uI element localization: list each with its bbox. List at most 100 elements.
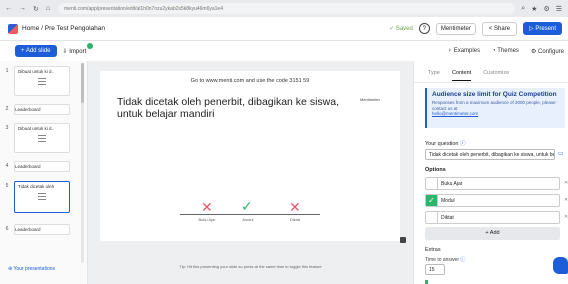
- option-label: Buku Ajar: [198, 217, 216, 222]
- notice-title: Audience size limit for Quiz Competition: [432, 91, 557, 98]
- address-bar[interactable]: menti.com/app/presentation/edit/al1h0n7n…: [58, 3, 516, 14]
- slide-item[interactable]: 1 Dibuat untuk ki d..: [0, 66, 88, 96]
- forward-icon[interactable]: →: [19, 5, 26, 13]
- mentimeter-watermark: Mentimeter: [359, 97, 380, 102]
- option-row[interactable]: ✓ Modul: [425, 194, 560, 207]
- bar-chart-icon: [38, 78, 46, 85]
- present-label: Present: [535, 26, 556, 32]
- option-row[interactable]: Diktat: [425, 211, 560, 224]
- info-icon[interactable]: ⓘ: [460, 257, 465, 263]
- editor-toolbar: + Add slide ⇩ Import ♀ Examples ◔ Themes…: [0, 41, 568, 61]
- time-to-answer-label: Time to answer ⓘ: [425, 256, 465, 263]
- toggle-indicator: [425, 280, 428, 284]
- option-input[interactable]: Diktat: [438, 215, 454, 221]
- time-to-answer-input[interactable]: 15: [425, 264, 445, 275]
- chat-support-icon[interactable]: [553, 257, 568, 274]
- your-presentations-label: Your presentations: [13, 266, 56, 272]
- option-row[interactable]: Buku Ajar: [425, 177, 560, 190]
- option-input[interactable]: Buku Ajar: [438, 181, 462, 187]
- tab-type[interactable]: Type: [428, 70, 440, 81]
- examples-button[interactable]: ♀ Examples: [448, 48, 481, 55]
- browser-menu-icon[interactable]: ☰: [556, 5, 562, 13]
- option-checkbox[interactable]: [426, 212, 438, 223]
- correct-mark-icon: ✓: [241, 198, 253, 214]
- share-button[interactable]: < Share: [481, 21, 518, 36]
- remove-option-icon[interactable]: ✕: [564, 180, 568, 186]
- tabs-divider: [414, 82, 568, 83]
- speaker-notes-icon[interactable]: [400, 237, 406, 243]
- info-icon[interactable]: ⓘ: [460, 141, 466, 147]
- option-checkbox-checked[interactable]: ✓: [426, 195, 438, 206]
- sidebar-scrollbar-thumb[interactable]: [81, 63, 84, 103]
- themes-button[interactable]: ◔ Themes: [492, 48, 519, 55]
- back-icon[interactable]: ←: [5, 5, 12, 13]
- add-option-button[interactable]: + Add: [425, 227, 560, 240]
- option-checkbox[interactable]: [426, 178, 438, 189]
- option-label: Diktat: [289, 217, 301, 222]
- bar-chart-icon: [38, 193, 46, 200]
- add-slide-button[interactable]: + Add slide: [15, 45, 57, 57]
- configure-label: Configure: [537, 48, 564, 55]
- join-instructions: Go to www.menti.com and use the code 315…: [190, 78, 310, 84]
- import-label: Import: [69, 48, 87, 55]
- remove-option-icon[interactable]: ✕: [564, 197, 568, 203]
- slide-item-selected[interactable]: 5 Tidak dicetak oleh: [0, 181, 88, 213]
- slide-question: Tidak dicetak oleh penerbit, dibagikan k…: [117, 96, 339, 120]
- browser-nav: ← → ↻ ⌂: [0, 5, 58, 13]
- reload-icon[interactable]: ↻: [33, 5, 39, 13]
- your-question-text: Your question: [425, 141, 459, 147]
- remove-option-icon[interactable]: ✕: [564, 214, 568, 220]
- slide-thumbnail[interactable]: Leaderboard: [14, 161, 70, 172]
- wrong-mark-icon: ✕: [289, 199, 301, 215]
- saved-status: ✓ Saved: [389, 26, 413, 32]
- notification-dot: [87, 42, 94, 49]
- browser-extensions: ⌕ ★ ⚙ ☰: [515, 5, 568, 13]
- saved-label: Saved: [395, 26, 413, 32]
- slide-thumbnail[interactable]: Dibuat untuk ki d..: [14, 123, 70, 153]
- slide-settings-panel: Type Content Customize Audience size lim…: [413, 61, 568, 284]
- configure-button[interactable]: ⚙ Configure: [531, 48, 564, 55]
- slide-item[interactable]: 3 Dibuat untuk ki d..: [0, 123, 88, 153]
- slide-number: 4: [5, 163, 9, 169]
- slide-item[interactable]: 2 Leaderboard: [0, 104, 88, 115]
- breadcrumb[interactable]: Home / Pre Test Pengolahan: [22, 25, 105, 32]
- slide-thumb-title: Dibuat untuk ki d..: [18, 126, 55, 131]
- slide-item[interactable]: 6 Leaderboard: [0, 224, 88, 235]
- mentimeter-logo-icon[interactable]: [8, 23, 18, 34]
- option-label: Modul: [242, 217, 254, 222]
- your-question-label: Your question ⓘ: [425, 139, 465, 147]
- zoom-icon[interactable]: ⌕: [521, 5, 525, 13]
- contact-email-link[interactable]: hello@mentimeter.com: [432, 111, 560, 116]
- present-button[interactable]: ▷ Present: [523, 22, 562, 35]
- bar-chart-icon: [38, 135, 46, 142]
- slide-thumbnail[interactable]: Leaderboard: [14, 224, 70, 235]
- tab-content[interactable]: Content: [451, 70, 472, 81]
- import-button[interactable]: ⇩ Import: [63, 42, 94, 55]
- bookmark-star-icon[interactable]: ★: [531, 5, 537, 13]
- extension-icon[interactable]: ⚙: [543, 5, 549, 13]
- slide-preview[interactable]: Go to www.menti.com and use the code 315…: [100, 71, 406, 243]
- your-presentations-link[interactable]: ⊕ Your presentations: [8, 266, 55, 272]
- slide-number: 2: [5, 106, 9, 112]
- slide-thumbnail[interactable]: Leaderboard: [14, 104, 70, 115]
- slide-thumbnail[interactable]: Tidak dicetak oleh: [14, 181, 70, 213]
- share-label: Share: [494, 25, 511, 32]
- slide-thumbnail[interactable]: Dibuat untuk ki d..: [14, 66, 70, 96]
- wrong-mark-icon: ✕: [201, 199, 213, 215]
- help-icon[interactable]: ?: [418, 23, 430, 34]
- image-icon[interactable]: ▭: [558, 150, 564, 157]
- options-label: Options: [425, 167, 446, 173]
- tab-customize[interactable]: Customize: [483, 70, 509, 81]
- slide-number: 6: [5, 226, 9, 232]
- slide-number: 1: [5, 68, 9, 74]
- audience-limit-notice: Audience size limit for Quiz Competition…: [425, 88, 565, 128]
- themes-label: Themes: [497, 47, 519, 54]
- slide-number: 3: [5, 125, 9, 131]
- slide-thumb-title: Dibuat untuk ki d..: [18, 69, 55, 74]
- settings-tabs: Type Content Customize: [414, 61, 568, 81]
- question-input[interactable]: Tidak dicetak oleh penerbit, dibagikan k…: [425, 149, 555, 160]
- user-menu[interactable]: Mentimeter: [435, 22, 476, 35]
- slide-item[interactable]: 4 Leaderboard: [0, 161, 88, 172]
- option-input[interactable]: Modul: [438, 198, 455, 204]
- home-icon[interactable]: ⌂: [46, 5, 50, 13]
